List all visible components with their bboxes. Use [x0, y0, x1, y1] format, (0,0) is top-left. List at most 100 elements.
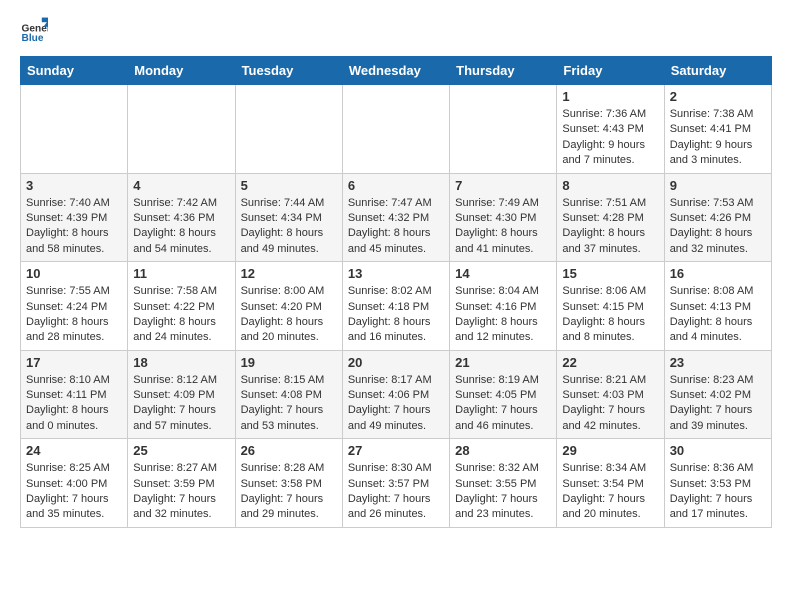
calendar-cell: 10 Sunrise: 7:55 AMSunset: 4:24 PMDayligh…: [21, 262, 128, 351]
day-info: Sunrise: 7:47 AMSunset: 4:32 PMDaylight:…: [348, 196, 444, 258]
day-number: 19: [241, 355, 337, 370]
day-info: Sunrise: 7:51 AMSunset: 4:28 PMDaylight:…: [562, 196, 658, 258]
calendar-cell: 2 Sunrise: 7:38 AMSunset: 4:41 PMDaylight…: [664, 85, 771, 174]
day-info: Sunrise: 7:49 AMSunset: 4:30 PMDaylight:…: [455, 196, 551, 258]
calendar-week-4: 17 Sunrise: 8:10 AMSunset: 4:11 PMDayligh…: [21, 350, 772, 439]
calendar-cell: 15 Sunrise: 8:06 AMSunset: 4:15 PMDayligh…: [557, 262, 664, 351]
day-number: 4: [133, 178, 229, 193]
day-number: 10: [26, 266, 122, 281]
day-info: Sunrise: 8:15 AMSunset: 4:08 PMDaylight:…: [241, 373, 337, 435]
day-info: Sunrise: 7:42 AMSunset: 4:36 PMDaylight:…: [133, 196, 229, 258]
header: General Blue: [20, 16, 772, 44]
calendar-header: SundayMondayTuesdayWednesdayThursdayFrid…: [21, 57, 772, 85]
calendar-cell: 1Sunrise: 7:36 AMSunset: 4:43 PMDaylight…: [557, 85, 664, 174]
weekday-header-sunday: Sunday: [21, 57, 128, 85]
calendar-cell: 13Sunrise: 8:02 AMSunset: 4:18 PMDayligh…: [342, 262, 449, 351]
calendar-cell: [450, 85, 557, 174]
calendar-cell: 9 Sunrise: 7:53 AMSunset: 4:26 PMDaylight…: [664, 173, 771, 262]
calendar-body: 1Sunrise: 7:36 AMSunset: 4:43 PMDaylight…: [21, 85, 772, 528]
calendar-cell: 14 Sunrise: 8:04 AMSunset: 4:16 PMDayligh…: [450, 262, 557, 351]
day-info: Sunrise: 8:10 AMSunset: 4:11 PMDaylight:…: [26, 373, 122, 435]
calendar-cell: 21 Sunrise: 8:19 AMSunset: 4:05 PMDayligh…: [450, 350, 557, 439]
logo-icon: General Blue: [20, 16, 48, 44]
calendar-cell: [342, 85, 449, 174]
day-info: Sunrise: 8:06 AMSunset: 4:15 PMDaylight:…: [562, 284, 658, 346]
weekday-header-wednesday: Wednesday: [342, 57, 449, 85]
calendar-cell: 7Sunrise: 7:49 AMSunset: 4:30 PMDaylight…: [450, 173, 557, 262]
day-number: 25: [133, 443, 229, 458]
calendar-cell: 11Sunrise: 7:58 AMSunset: 4:22 PMDayligh…: [128, 262, 235, 351]
weekday-header-tuesday: Tuesday: [235, 57, 342, 85]
calendar-table: SundayMondayTuesdayWednesdayThursdayFrid…: [20, 56, 772, 528]
day-info: Sunrise: 8:27 AMSunset: 3:59 PMDaylight:…: [133, 461, 229, 523]
day-number: 16: [670, 266, 766, 281]
calendar-cell: 19 Sunrise: 8:15 AMSunset: 4:08 PMDayligh…: [235, 350, 342, 439]
calendar-cell: 27Sunrise: 8:30 AMSunset: 3:57 PMDayligh…: [342, 439, 449, 528]
calendar-cell: 4 Sunrise: 7:42 AMSunset: 4:36 PMDaylight…: [128, 173, 235, 262]
day-number: 27: [348, 443, 444, 458]
calendar-cell: 22 Sunrise: 8:21 AMSunset: 4:03 PMDayligh…: [557, 350, 664, 439]
day-number: 2: [670, 89, 766, 104]
day-number: 18: [133, 355, 229, 370]
calendar-cell: 30Sunrise: 8:36 AMSunset: 3:53 PMDayligh…: [664, 439, 771, 528]
calendar-cell: 28Sunrise: 8:32 AMSunset: 3:55 PMDayligh…: [450, 439, 557, 528]
calendar-week-5: 24 Sunrise: 8:25 AMSunset: 4:00 PMDayligh…: [21, 439, 772, 528]
calendar-cell: 24 Sunrise: 8:25 AMSunset: 4:00 PMDayligh…: [21, 439, 128, 528]
calendar-cell: 26 Sunrise: 8:28 AMSunset: 3:58 PMDayligh…: [235, 439, 342, 528]
calendar-cell: [235, 85, 342, 174]
day-number: 29: [562, 443, 658, 458]
day-info: Sunrise: 8:23 AMSunset: 4:02 PMDaylight:…: [670, 373, 766, 435]
weekday-header-monday: Monday: [128, 57, 235, 85]
day-number: 14: [455, 266, 551, 281]
weekday-header-row: SundayMondayTuesdayWednesdayThursdayFrid…: [21, 57, 772, 85]
day-info: Sunrise: 8:36 AMSunset: 3:53 PMDaylight:…: [670, 461, 766, 523]
calendar-week-1: 1Sunrise: 7:36 AMSunset: 4:43 PMDaylight…: [21, 85, 772, 174]
calendar-week-2: 3Sunrise: 7:40 AMSunset: 4:39 PMDaylight…: [21, 173, 772, 262]
day-info: Sunrise: 7:55 AMSunset: 4:24 PMDaylight:…: [26, 284, 122, 346]
day-info: Sunrise: 7:38 AMSunset: 4:41 PMDaylight:…: [670, 107, 766, 169]
day-info: Sunrise: 7:44 AMSunset: 4:34 PMDaylight:…: [241, 196, 337, 258]
day-info: Sunrise: 8:12 AMSunset: 4:09 PMDaylight:…: [133, 373, 229, 435]
calendar-cell: [21, 85, 128, 174]
calendar-cell: 5 Sunrise: 7:44 AMSunset: 4:34 PMDaylight…: [235, 173, 342, 262]
weekday-header-friday: Friday: [557, 57, 664, 85]
calendar-cell: 8Sunrise: 7:51 AMSunset: 4:28 PMDaylight…: [557, 173, 664, 262]
day-number: 12: [241, 266, 337, 281]
calendar-cell: 20Sunrise: 8:17 AMSunset: 4:06 PMDayligh…: [342, 350, 449, 439]
day-number: 5: [241, 178, 337, 193]
calendar-cell: 3Sunrise: 7:40 AMSunset: 4:39 PMDaylight…: [21, 173, 128, 262]
day-info: Sunrise: 7:40 AMSunset: 4:39 PMDaylight:…: [26, 196, 122, 258]
calendar-week-3: 10 Sunrise: 7:55 AMSunset: 4:24 PMDayligh…: [21, 262, 772, 351]
day-number: 9: [670, 178, 766, 193]
day-number: 6: [348, 178, 444, 193]
calendar-cell: 29 Sunrise: 8:34 AMSunset: 3:54 PMDayligh…: [557, 439, 664, 528]
calendar-cell: 23 Sunrise: 8:23 AMSunset: 4:02 PMDayligh…: [664, 350, 771, 439]
day-info: Sunrise: 8:08 AMSunset: 4:13 PMDaylight:…: [670, 284, 766, 346]
day-info: Sunrise: 8:32 AMSunset: 3:55 PMDaylight:…: [455, 461, 551, 523]
day-number: 26: [241, 443, 337, 458]
calendar-cell: [128, 85, 235, 174]
day-number: 23: [670, 355, 766, 370]
calendar-cell: 6 Sunrise: 7:47 AMSunset: 4:32 PMDaylight…: [342, 173, 449, 262]
day-info: Sunrise: 8:34 AMSunset: 3:54 PMDaylight:…: [562, 461, 658, 523]
calendar-cell: 12Sunrise: 8:00 AMSunset: 4:20 PMDayligh…: [235, 262, 342, 351]
day-info: Sunrise: 8:04 AMSunset: 4:16 PMDaylight:…: [455, 284, 551, 346]
day-number: 15: [562, 266, 658, 281]
day-info: Sunrise: 7:53 AMSunset: 4:26 PMDaylight:…: [670, 196, 766, 258]
day-number: 21: [455, 355, 551, 370]
day-number: 11: [133, 266, 229, 281]
weekday-header-saturday: Saturday: [664, 57, 771, 85]
day-info: Sunrise: 8:25 AMSunset: 4:00 PMDaylight:…: [26, 461, 122, 523]
calendar-cell: 25 Sunrise: 8:27 AMSunset: 3:59 PMDayligh…: [128, 439, 235, 528]
day-info: Sunrise: 8:19 AMSunset: 4:05 PMDaylight:…: [455, 373, 551, 435]
day-info: Sunrise: 8:21 AMSunset: 4:03 PMDaylight:…: [562, 373, 658, 435]
day-number: 24: [26, 443, 122, 458]
calendar-cell: 17 Sunrise: 8:10 AMSunset: 4:11 PMDayligh…: [21, 350, 128, 439]
day-number: 17: [26, 355, 122, 370]
weekday-header-thursday: Thursday: [450, 57, 557, 85]
day-info: Sunrise: 8:28 AMSunset: 3:58 PMDaylight:…: [241, 461, 337, 523]
calendar-cell: 16 Sunrise: 8:08 AMSunset: 4:13 PMDayligh…: [664, 262, 771, 351]
svg-text:Blue: Blue: [22, 33, 44, 44]
day-number: 22: [562, 355, 658, 370]
day-info: Sunrise: 8:02 AMSunset: 4:18 PMDaylight:…: [348, 284, 444, 346]
